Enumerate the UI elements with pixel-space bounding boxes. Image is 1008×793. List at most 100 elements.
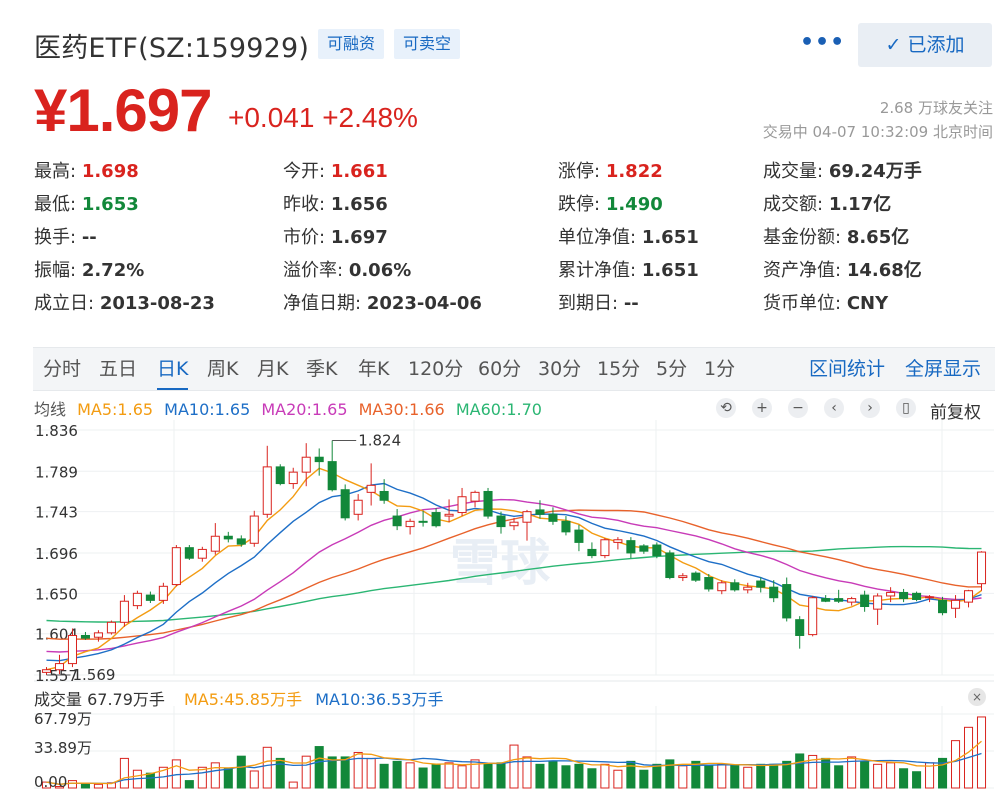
- ma5-value: MA5:1.65: [77, 400, 154, 419]
- volume-bar-down: [223, 768, 233, 789]
- candle-down: [860, 594, 870, 608]
- volume-tick-label: 0.00: [34, 773, 67, 791]
- candle-up: [743, 586, 753, 591]
- candle-up: [951, 599, 961, 609]
- candle-down: [626, 540, 636, 554]
- candle-down: [639, 545, 649, 552]
- tab-quarterly-k[interactable]: 季K: [306, 348, 337, 390]
- candle-up: [93, 632, 103, 638]
- price-change: +0.041 +2.48%: [228, 102, 418, 133]
- tab-5day[interactable]: 五日: [99, 348, 137, 390]
- volume-bar-down: [639, 769, 649, 789]
- stat-limit-up: 涨停: 1.822: [558, 161, 663, 182]
- volume-bar-up: [509, 744, 519, 789]
- page-title: 医药ETF(SZ:159929): [34, 33, 310, 64]
- candle-down: [574, 529, 584, 543]
- candle-up: [847, 598, 857, 603]
- volume-bar-down: [275, 757, 285, 789]
- price-tick-label: 1.743: [35, 504, 78, 522]
- tab-15min[interactable]: 15分: [597, 348, 640, 390]
- candle-up: [886, 591, 896, 597]
- pan-right-icon[interactable]: ›: [860, 398, 880, 418]
- more-icon[interactable]: •••: [800, 30, 845, 55]
- stat-market-price: 市价: 1.697: [283, 227, 388, 248]
- candle-down: [938, 599, 948, 614]
- volume-bar-up: [249, 770, 259, 789]
- tab-weekly-k[interactable]: 周K: [207, 348, 238, 390]
- tab-120min[interactable]: 120分: [408, 348, 463, 390]
- tab-60min[interactable]: 60分: [478, 348, 521, 390]
- volume-bar-down: [431, 763, 441, 789]
- price-tick-label: 1.789: [35, 463, 78, 481]
- volume-bar-down: [561, 765, 571, 789]
- pan-left-icon[interactable]: ‹: [824, 398, 844, 418]
- stat-high: 最高: 1.698: [34, 161, 139, 182]
- volume-tick-label: 33.89万: [34, 739, 92, 757]
- volume-bar-down: [314, 746, 324, 789]
- stat-prev-close: 昨收: 1.656: [283, 194, 388, 215]
- stat-premium: 溢价率: 0.06%: [283, 260, 412, 281]
- ma60-value: MA60:1.70: [455, 400, 542, 419]
- candle-up: [54, 663, 65, 671]
- tab-1min[interactable]: 1分: [704, 348, 735, 390]
- ma-label[interactable]: 均线: [34, 400, 66, 419]
- range-stats-link[interactable]: 区间统计: [809, 348, 885, 390]
- min-price-label: 1.569: [72, 666, 115, 682]
- candle-down: [392, 515, 402, 527]
- volume-axis: 67.79万 33.89万 0.00: [34, 710, 92, 791]
- candle-up: [873, 595, 883, 610]
- stat-open: 今开: 1.661: [283, 161, 388, 182]
- candle-up: [963, 590, 974, 603]
- fullscreen-link[interactable]: 全屏显示: [905, 348, 981, 390]
- candle-down: [899, 591, 909, 600]
- candle-down: [340, 489, 350, 519]
- candle-up: [132, 592, 142, 607]
- tab-30min[interactable]: 30分: [538, 348, 581, 390]
- tab-intraday[interactable]: 分时: [43, 348, 81, 390]
- stat-currency: 货币单位: CNY: [763, 293, 889, 314]
- candle-up: [509, 521, 519, 527]
- added-button[interactable]: ✓ 已添加: [858, 23, 992, 67]
- volume-bar-down: [379, 763, 389, 789]
- reset-icon[interactable]: ⟲: [716, 398, 736, 418]
- volume-bar-up: [405, 762, 415, 789]
- volume-bar-up: [301, 755, 311, 789]
- candle-up: [262, 466, 272, 515]
- volume-bar-down: [392, 760, 402, 789]
- volume-bar-down: [730, 765, 740, 789]
- candle-up: [197, 548, 207, 559]
- volume-bar-down: [821, 757, 831, 789]
- close-volume-icon[interactable]: ×: [968, 688, 986, 706]
- volume-bar-up: [119, 757, 129, 789]
- zoom-out-icon[interactable]: −: [788, 398, 808, 418]
- candle-up: [119, 600, 129, 623]
- candle-down: [223, 535, 233, 540]
- ma20-value: MA20:1.65: [261, 400, 348, 419]
- volume-bar-down: [652, 763, 662, 789]
- volume-bar-up: [262, 746, 272, 789]
- extreme-labels: 1.824 1.569: [46, 432, 401, 682]
- stat-volume: 成交量: 69.24万手: [763, 161, 922, 182]
- stat-nav-date: 净值日期: 2023-04-06: [283, 293, 482, 314]
- watermark-logo: 雪球: [450, 534, 551, 592]
- volume-bar-down: [769, 763, 779, 789]
- tab-daily-k[interactable]: 日K: [157, 348, 189, 390]
- volume-bar-up: [951, 740, 961, 789]
- stat-assets: 资产净值: 14.68亿: [763, 260, 922, 281]
- candle-style-icon[interactable]: ▯: [896, 398, 916, 418]
- candle-up: [158, 585, 168, 601]
- tab-5min[interactable]: 5分: [656, 348, 687, 390]
- check-icon: ✓: [885, 34, 908, 56]
- candle-down: [145, 594, 155, 601]
- volume-bar-up: [366, 757, 376, 789]
- candle-up: [249, 515, 259, 544]
- candle-up: [808, 597, 818, 636]
- volume-bar-down: [912, 771, 922, 789]
- tab-monthly-k[interactable]: 月K: [257, 348, 288, 390]
- zoom-in-icon[interactable]: +: [752, 398, 772, 418]
- volume-bar-down: [340, 756, 350, 789]
- tab-yearly-k[interactable]: 年K: [358, 348, 389, 390]
- volume-bar-down: [145, 772, 155, 789]
- candle-up: [301, 456, 311, 473]
- candle-down: [730, 582, 740, 591]
